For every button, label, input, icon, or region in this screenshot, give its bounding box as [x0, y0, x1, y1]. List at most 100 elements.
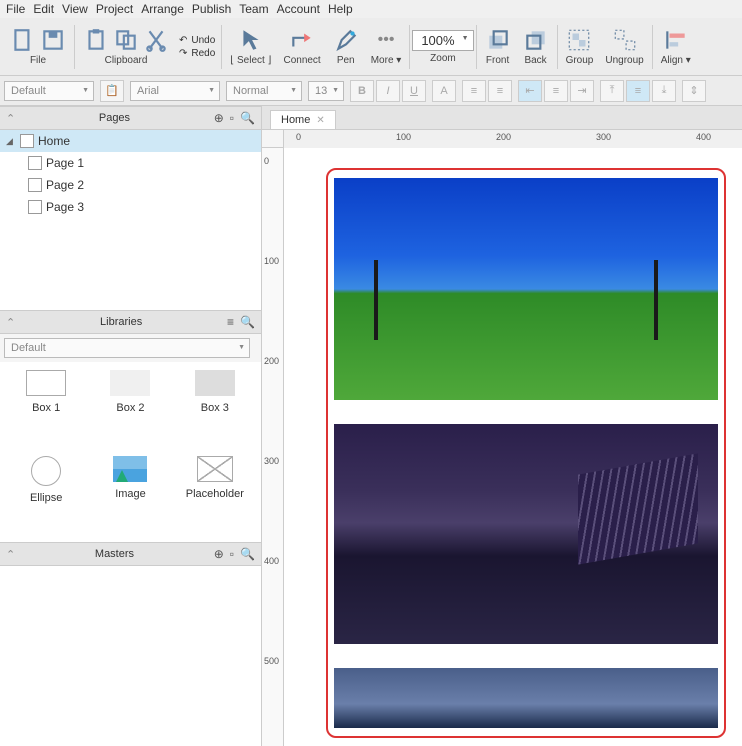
back-icon[interactable] [523, 27, 549, 53]
menu-publish[interactable]: Publish [192, 2, 231, 16]
ellipse-shape-icon [31, 456, 61, 486]
vertical-ruler[interactable]: 0 100 200 300 400 500 [262, 148, 284, 746]
connect-icon[interactable] [289, 27, 315, 53]
menu-view[interactable]: View [62, 2, 88, 16]
ungroup-icon[interactable] [612, 27, 638, 53]
libraries-title: Libraries [15, 316, 227, 328]
valign-bottom-button[interactable]: ⤓ [652, 80, 676, 102]
page-row-page2[interactable]: Page 2 [0, 174, 261, 196]
copy-icon[interactable] [113, 27, 139, 53]
page-label: Page 3 [46, 200, 84, 214]
new-file-icon[interactable] [10, 27, 36, 53]
page-label: Page 2 [46, 178, 84, 192]
lib-item-placeholder[interactable]: Placeholder [177, 456, 253, 534]
valign-top-button[interactable]: ⤒ [600, 80, 624, 102]
add-page-icon[interactable]: ▫ [230, 111, 234, 125]
masters-title: Masters [15, 548, 214, 560]
lib-item-box2[interactable]: Box 2 [92, 370, 168, 444]
style-select[interactable]: Default [4, 81, 94, 101]
design-canvas[interactable] [284, 148, 742, 746]
lib-item-box3[interactable]: Box 3 [177, 370, 253, 444]
align-left-button[interactable]: ⇤ [518, 80, 542, 102]
back-label: Back [524, 55, 546, 66]
size-select[interactable]: 13 [308, 81, 344, 101]
weight-select[interactable]: Normal [226, 81, 302, 101]
menu-team[interactable]: Team [239, 2, 268, 16]
tab-home[interactable]: Home ✕ [270, 110, 336, 129]
add-master-folder-icon[interactable]: ⊕ [214, 547, 224, 561]
masters-panel-header: ⌃ Masters ⊕ ▫ 🔍 [0, 542, 261, 566]
pages-title: Pages [15, 112, 214, 124]
line-spacing-button[interactable]: ⇕ [682, 80, 706, 102]
lib-item-image[interactable]: Image [92, 456, 168, 534]
numbers-button[interactable]: ≡ [488, 80, 512, 102]
paste-icon[interactable] [83, 27, 109, 53]
align-label: Align ▾ [661, 55, 691, 66]
lib-item-ellipse[interactable]: Ellipse [8, 456, 84, 534]
add-master-icon[interactable]: ▫ [230, 547, 234, 561]
bullets-button[interactable]: ≡ [462, 80, 486, 102]
save-icon[interactable] [40, 27, 66, 53]
group-label: Group [566, 55, 594, 66]
front-icon[interactable] [485, 27, 511, 53]
library-set-select[interactable]: Default [4, 338, 250, 358]
search-masters-icon[interactable]: 🔍 [240, 547, 255, 561]
align-icon[interactable] [663, 27, 689, 53]
text-color-button[interactable]: A [432, 80, 456, 102]
undo-button[interactable]: ↶Undo [179, 35, 215, 46]
more-icon[interactable]: ••• [373, 27, 399, 53]
canvas-area: Home ✕ 0 100 200 300 400 0 100 200 [262, 106, 742, 746]
paint-format-icon[interactable]: 📋 [100, 80, 124, 102]
search-pages-icon[interactable]: 🔍 [240, 111, 255, 125]
page-icon [28, 200, 42, 214]
select-icon[interactable] [238, 27, 264, 53]
menu-arrange[interactable]: Arrange [141, 2, 184, 16]
redo-icon: ↷ [179, 48, 187, 59]
cut-icon[interactable] [143, 27, 169, 53]
canvas-image-3[interactable] [334, 668, 718, 728]
search-libraries-icon[interactable]: 🔍 [240, 315, 255, 329]
undo-icon: ↶ [179, 35, 187, 46]
expand-icon[interactable]: ◢ [6, 136, 16, 147]
pages-panel-header: ⌃ Pages ⊕ ▫ 🔍 [0, 106, 261, 130]
valign-middle-button[interactable]: ≡ [626, 80, 650, 102]
bold-button[interactable]: B [350, 80, 374, 102]
canvas-image-2[interactable] [334, 424, 718, 644]
close-tab-icon[interactable]: ✕ [316, 115, 324, 126]
menu-help[interactable]: Help [328, 2, 353, 16]
libraries-menu-icon[interactable]: ≡ [227, 315, 234, 329]
box1-shape-icon [26, 370, 66, 396]
group-icon[interactable] [566, 27, 592, 53]
page-row-page3[interactable]: Page 3 [0, 196, 261, 218]
left-sidebar: ⌃ Pages ⊕ ▫ 🔍 ◢ Home Page 1 Page 2 [0, 106, 262, 746]
pages-collapse-icon[interactable]: ⌃ [6, 112, 15, 125]
underline-button[interactable]: U [402, 80, 426, 102]
page-icon [28, 156, 42, 170]
lib-item-box1[interactable]: Box 1 [8, 370, 84, 444]
libraries-collapse-icon[interactable]: ⌃ [6, 316, 15, 329]
image-shape-icon [113, 456, 147, 482]
align-right-button[interactable]: ⇥ [570, 80, 594, 102]
main-toolbar: File Clipboard ↶Undo ↷Redo ⌊ Select ⌋ Co… [0, 18, 742, 76]
page-row-page1[interactable]: Page 1 [0, 152, 261, 174]
pen-icon[interactable] [333, 27, 359, 53]
masters-collapse-icon[interactable]: ⌃ [6, 548, 15, 561]
masters-list [0, 566, 261, 746]
page-row-home[interactable]: ◢ Home [0, 130, 261, 152]
italic-button[interactable]: I [376, 80, 400, 102]
placeholder-shape-icon [197, 456, 233, 482]
add-folder-icon[interactable]: ⊕ [214, 111, 224, 125]
select-label: ⌊ Select ⌋ [230, 55, 271, 66]
zoom-select[interactable]: 100% [412, 30, 473, 51]
menu-account[interactable]: Account [277, 2, 320, 16]
menu-edit[interactable]: Edit [33, 2, 54, 16]
canvas-image-1[interactable] [334, 178, 718, 400]
menu-file[interactable]: File [6, 2, 25, 16]
align-center-button[interactable]: ≡ [544, 80, 568, 102]
zoom-label: Zoom [430, 53, 456, 64]
menu-project[interactable]: Project [96, 2, 133, 16]
clipboard-group-label: Clipboard [105, 55, 148, 66]
box3-shape-icon [195, 370, 235, 396]
font-select[interactable]: Arial [130, 81, 220, 101]
redo-button[interactable]: ↷Redo [179, 48, 215, 59]
